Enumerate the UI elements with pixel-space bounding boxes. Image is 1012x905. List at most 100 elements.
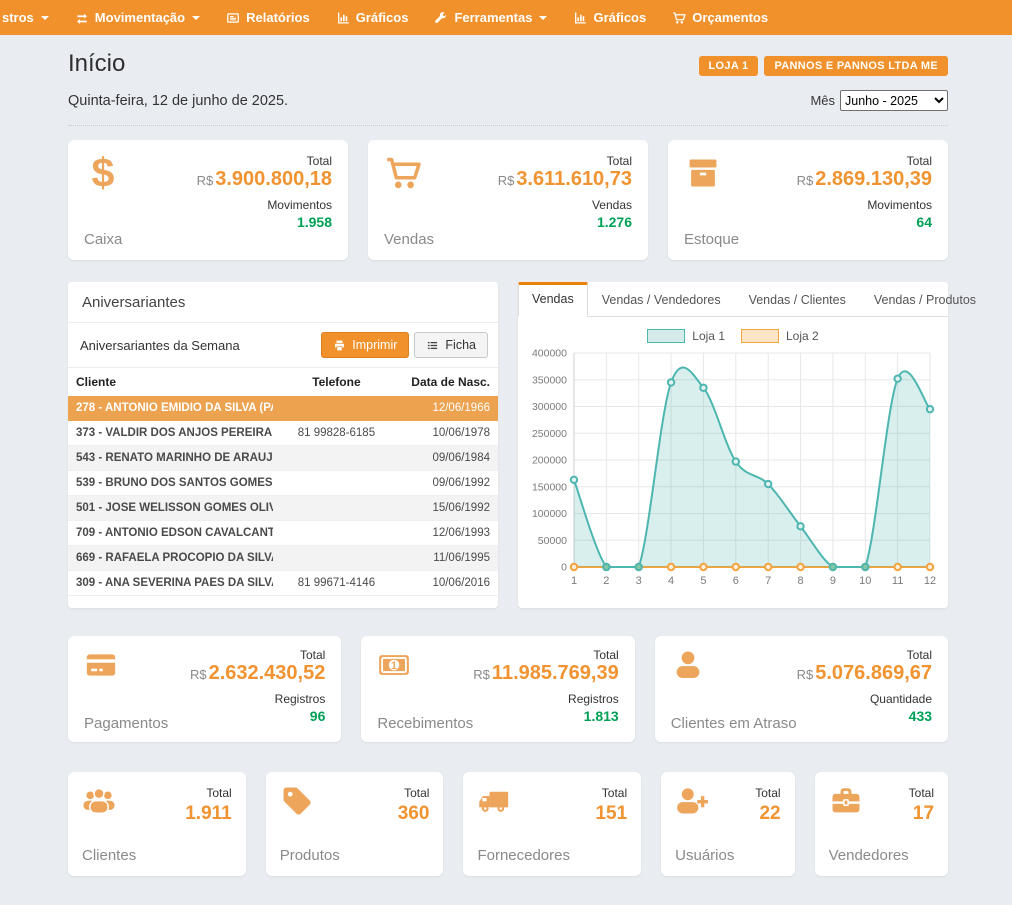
print-button[interactable]: Imprimir	[321, 332, 409, 358]
nav-item-label: Relatórios	[246, 10, 310, 25]
table-row[interactable]: 669 - RAFAELA PROCOPIO DA SILVA CA...11/…	[68, 546, 498, 571]
legend-label: Loja 2	[786, 329, 819, 343]
card-label: Clientes	[82, 847, 232, 864]
svg-text:$: $	[92, 154, 115, 192]
birthdate-cell: 15/06/1992	[400, 496, 498, 521]
table-row[interactable]: 278 - ANTONIO EMIDIO DA SILVA (PALE...12…	[68, 396, 498, 421]
total-label: Total	[909, 786, 934, 800]
tab-vendas[interactable]: Vendas	[518, 282, 588, 317]
svg-text:12: 12	[924, 575, 936, 587]
birthdate-cell: 09/06/1992	[400, 471, 498, 496]
total-value: R$2.632.430,52	[190, 662, 325, 685]
badges: LOJA 1 PANNOS E PANNOS LTDA ME	[699, 56, 948, 76]
list-icon	[426, 339, 439, 352]
birthdate-cell: 09/06/1984	[400, 446, 498, 471]
svg-text:300000: 300000	[532, 401, 567, 413]
nav-item-label: Gráficos	[356, 10, 409, 25]
ficha-button[interactable]: Ficha	[414, 332, 488, 358]
wrench-icon	[434, 11, 448, 25]
tab-vendas-vendedores[interactable]: Vendas / Vendedores	[588, 282, 735, 317]
count-value: 151	[595, 803, 627, 825]
card-label: Clientes em Atraso	[671, 715, 797, 732]
sales-chart: 0500001000001500002000002500003000003500…	[518, 343, 948, 602]
chart-bar-icon	[573, 11, 587, 25]
navbar: strosMovimentaçãoRelatóriosGráficosFerra…	[0, 0, 1012, 35]
card-vendedores: Total 17 Vendedores	[815, 772, 948, 876]
nav-item-orcamentos[interactable]: Orçamentos	[659, 0, 781, 35]
nav-item-movimentacao[interactable]: Movimentação	[62, 0, 213, 35]
caret-down-icon	[41, 16, 49, 20]
total-label: Total	[307, 154, 332, 168]
nav-item-ferramentas[interactable]: Ferramentas	[421, 0, 560, 35]
card-clientes: Total 1.911 Clientes	[68, 772, 246, 876]
birthdays-panel: Aniversariantes Aniversariantes da Seman…	[68, 282, 498, 608]
client-cell: 309 - ANA SEVERINA PAES DA SILVA	[68, 571, 273, 596]
count-value: 360	[398, 803, 430, 825]
card-estoque: Estoque Total R$2.869.130,39 Movimentos …	[668, 140, 948, 260]
table-row[interactable]: 543 - RENATO MARINHO DE ARAUJO (F...09/0…	[68, 446, 498, 471]
cart-icon	[384, 154, 422, 192]
card-label: Recebimentos	[377, 715, 473, 732]
caret-down-icon	[192, 16, 200, 20]
company-badge: PANNOS E PANNOS LTDA ME	[764, 56, 948, 76]
count-value: 1.911	[185, 803, 232, 825]
sub-label: Movimentos	[867, 198, 932, 212]
total-label: Total	[300, 648, 325, 662]
card-label: Vendas	[384, 231, 434, 248]
nav-item-graficos-2[interactable]: Gráficos	[560, 0, 659, 35]
table-row[interactable]: 709 - ANTONIO EDSON CAVALCANTE D...12/06…	[68, 521, 498, 546]
card-produtos: Total 360 Produtos	[266, 772, 444, 876]
main-content: Início LOJA 1 PANNOS E PANNOS LTDA ME Qu…	[0, 50, 1012, 876]
exchange-icon	[75, 11, 89, 25]
sub-value: 1.813	[584, 708, 619, 724]
svg-text:250000: 250000	[532, 428, 567, 440]
phone-cell	[273, 546, 401, 571]
nav-item-cadastros[interactable]: stros	[0, 0, 62, 35]
column-header-data-nasc: Data de Nasc.	[400, 368, 498, 396]
page: { "navbar": { "items": [ {"name": "cadas…	[0, 0, 1012, 905]
card-label: Estoque	[684, 231, 739, 248]
client-cell: 709 - ANTONIO EDSON CAVALCANTE D...	[68, 521, 273, 546]
nav-item-label: stros	[2, 10, 34, 25]
svg-text:200000: 200000	[532, 455, 567, 467]
table-row[interactable]: 539 - BRUNO DOS SANTOS GOMES09/06/1992	[68, 471, 498, 496]
briefcase-icon	[829, 784, 863, 818]
total-label: Total	[593, 648, 618, 662]
legend-swatch	[741, 329, 779, 343]
total-value: R$5.076.869,67	[797, 662, 932, 685]
total-label: Total	[206, 786, 231, 800]
svg-text:8: 8	[797, 575, 803, 587]
caret-down-icon	[539, 16, 547, 20]
count-value: 22	[755, 803, 780, 825]
svg-text:6: 6	[733, 575, 739, 587]
printer-icon	[333, 339, 346, 352]
phone-cell	[273, 396, 401, 421]
total-value: R$11.985.769,39	[473, 662, 618, 685]
card-clientes-em-atraso: Clientes em Atraso Total R$5.076.869,67 …	[655, 636, 948, 742]
card-usuarios: Total 22 Usuários	[661, 772, 794, 876]
svg-text:5: 5	[700, 575, 706, 587]
table-row[interactable]: 373 - VALDIR DOS ANJOS PEREIRA (AN...81 …	[68, 421, 498, 446]
sub-value: 1.958	[297, 214, 332, 230]
card-pagamentos: Pagamentos Total R$2.632.430,52 Registro…	[68, 636, 341, 742]
svg-text:11: 11	[892, 575, 903, 587]
nav-item-graficos[interactable]: Gráficos	[323, 0, 422, 35]
total-label: Total	[602, 786, 627, 800]
panel-title: Aniversariantes	[68, 282, 498, 323]
phone-cell: 81 99671-4146	[273, 571, 401, 596]
month-select[interactable]: Junho - 2025	[840, 90, 948, 111]
truck-icon	[477, 784, 511, 818]
total-label: Total	[607, 154, 632, 168]
birthdate-cell: 11/06/1995	[400, 546, 498, 571]
sub-value: 1.276	[597, 214, 632, 230]
table-row[interactable]: 501 - JOSE WELISSON GOMES OLIVEIR...15/0…	[68, 496, 498, 521]
svg-text:10: 10	[859, 575, 871, 587]
legend-item: Loja 1	[647, 329, 725, 343]
chart-tabs: VendasVendas / VendedoresVendas / Client…	[518, 282, 948, 317]
birthdate-cell: 10/06/2016	[400, 571, 498, 596]
tab-vendas-clientes[interactable]: Vendas / Clientes	[735, 282, 860, 317]
sub-label: Registros	[568, 692, 619, 706]
table-row[interactable]: 309 - ANA SEVERINA PAES DA SILVA81 99671…	[68, 571, 498, 596]
nav-item-relatorios[interactable]: Relatórios	[213, 0, 323, 35]
tab-vendas-produtos[interactable]: Vendas / Produtos	[860, 282, 990, 317]
